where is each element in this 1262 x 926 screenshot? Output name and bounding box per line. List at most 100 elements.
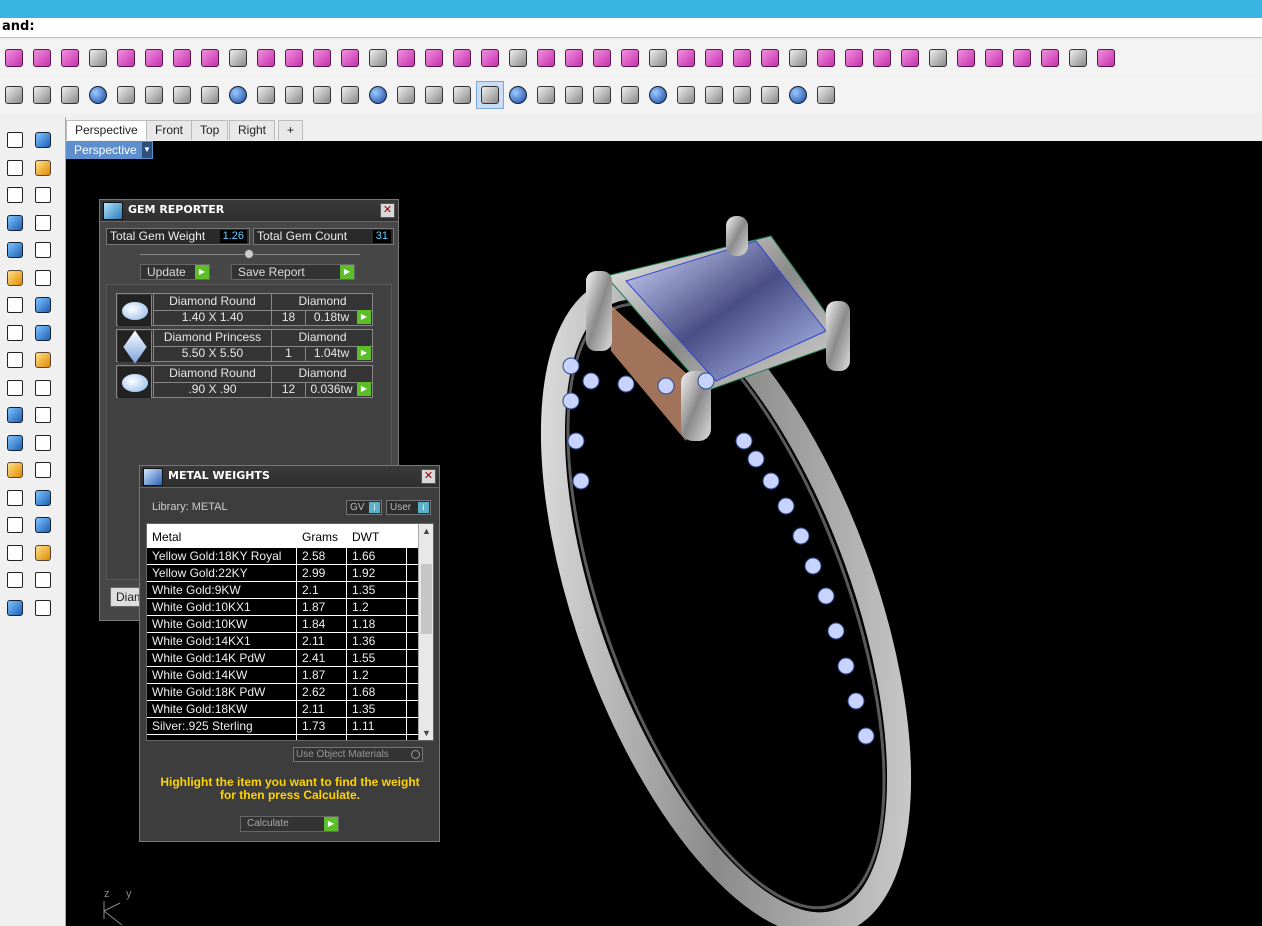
metal-row[interactable]: Yellow Gold:22KY 2.99 1.92 [147,565,419,582]
add-tab-button[interactable]: + [278,120,304,140]
left-tool-10-1[interactable] [32,404,54,426]
user-toggle[interactable]: User i [386,500,431,515]
left-tool-12-1[interactable] [32,459,54,481]
metal-row[interactable]: Silver:.925 Sterling 1.73 1.11 [147,718,419,735]
left-tool-13-1[interactable] [32,487,54,509]
left-tool-14-0[interactable] [4,514,26,536]
metal-row[interactable]: White Gold:14KX1 2.11 1.36 [147,633,419,650]
left-tool-14-1[interactable] [32,514,54,536]
metal-row[interactable]: White Gold:10KW 1.84 1.18 [147,616,419,633]
tb1-tool-button-29[interactable] [812,44,840,72]
scroll-thumb[interactable] [421,564,432,634]
tb2-tool-button-13[interactable] [364,81,392,109]
tb2-tool-button-7[interactable] [196,81,224,109]
tb2-tool-button-16[interactable] [448,81,476,109]
tb2-tool-button-25[interactable] [700,81,728,109]
left-tool-5-1[interactable] [32,267,54,289]
tb2-tool-button-15[interactable] [420,81,448,109]
perspective-viewport[interactable]: Perspective ▼ z y GEM REPORTER ✕ Total G… [66,141,1262,926]
tb2-tool-button-17[interactable] [476,81,504,109]
tb1-tool-button-24[interactable] [672,44,700,72]
tb1-tool-button-39[interactable] [1092,44,1120,72]
tb1-tool-button-36[interactable] [1008,44,1036,72]
metal-table-scrollbar[interactable]: ▲ ▼ [418,524,433,740]
tb1-tool-button-27[interactable] [756,44,784,72]
metal-row[interactable]: White Gold:10KX1 1.87 1.2 [147,599,419,616]
tb1-tool-button-9[interactable] [252,44,280,72]
left-tool-6-1[interactable] [32,294,54,316]
left-tool-6-0[interactable] [4,294,26,316]
metal-row[interactable]: Yellow Gold:18KY Royal 2.58 1.66 [147,548,419,565]
metal-weights-header[interactable]: METAL WEIGHTS ✕ [140,466,439,488]
left-tool-7-0[interactable] [4,322,26,344]
tb1-tool-button-0[interactable] [0,44,28,72]
left-tool-8-0[interactable] [4,349,26,371]
column-dwt[interactable]: DWT [352,530,379,544]
left-tool-2-1[interactable] [32,184,54,206]
left-tool-17-1[interactable] [32,597,54,619]
tb2-tool-button-26[interactable] [728,81,756,109]
tb1-tool-button-19[interactable] [532,44,560,72]
tb2-tool-button-28[interactable] [784,81,812,109]
left-tool-1-1[interactable] [32,157,54,179]
tb1-tool-button-22[interactable] [616,44,644,72]
tb1-tool-button-26[interactable] [728,44,756,72]
tb2-tool-button-19[interactable] [532,81,560,109]
metal-row[interactable]: White Gold:14KW 1.87 1.2 [147,667,419,684]
tb2-tool-button-10[interactable] [280,81,308,109]
column-metal[interactable]: Metal [152,530,181,544]
tb2-tool-button-11[interactable] [308,81,336,109]
tab-top[interactable]: Top [191,120,229,140]
tb1-tool-button-28[interactable] [784,44,812,72]
left-tool-5-0[interactable] [4,267,26,289]
left-tool-15-0[interactable] [4,542,26,564]
left-tool-8-1[interactable] [32,349,54,371]
tb1-tool-button-18[interactable] [504,44,532,72]
tb1-tool-button-11[interactable] [308,44,336,72]
tb1-tool-button-38[interactable] [1064,44,1092,72]
left-tool-4-0[interactable] [4,239,26,261]
play-icon[interactable]: ▶ [357,310,371,324]
close-icon[interactable]: ✕ [421,469,436,484]
tb1-tool-button-8[interactable] [224,44,252,72]
command-bar[interactable]: and: [0,18,1262,38]
tb1-tool-button-32[interactable] [896,44,924,72]
tb1-tool-button-21[interactable] [588,44,616,72]
left-tool-11-1[interactable] [32,432,54,454]
tb1-tool-button-1[interactable] [28,44,56,72]
left-tool-7-1[interactable] [32,322,54,344]
tab-right[interactable]: Right [229,120,276,140]
tb2-tool-button-24[interactable] [672,81,700,109]
tb2-tool-button-3[interactable] [84,81,112,109]
tb2-tool-button-21[interactable] [588,81,616,109]
left-tool-16-0[interactable] [4,569,26,591]
left-tool-12-0[interactable] [4,459,26,481]
play-icon[interactable]: ▶ [357,382,371,396]
tb2-tool-button-1[interactable] [28,81,56,109]
save-report-button[interactable]: Save Report ▶ [231,264,355,280]
tb1-tool-button-5[interactable] [140,44,168,72]
calculate-button[interactable]: Calculate ▶ [240,816,339,832]
left-tool-3-1[interactable] [32,212,54,234]
tb1-tool-button-16[interactable] [448,44,476,72]
tb1-tool-button-34[interactable] [952,44,980,72]
left-tool-0-1[interactable] [32,129,54,151]
tb1-tool-button-37[interactable] [1036,44,1064,72]
tb2-tool-button-29[interactable] [812,81,840,109]
left-tool-15-1[interactable] [32,542,54,564]
tb2-tool-button-6[interactable] [168,81,196,109]
tb1-tool-button-35[interactable] [980,44,1008,72]
tb1-tool-button-7[interactable] [196,44,224,72]
scroll-down-icon[interactable]: ▼ [419,726,433,740]
play-icon[interactable]: ▶ [357,346,371,360]
tb2-tool-button-23[interactable] [644,81,672,109]
use-object-materials-checkbox[interactable]: Use Object Materials [293,747,423,762]
left-tool-11-0[interactable] [4,432,26,454]
left-tool-4-1[interactable] [32,239,54,261]
gv-toggle[interactable]: GV i [346,500,382,515]
tb2-tool-button-20[interactable] [560,81,588,109]
tb1-tool-button-30[interactable] [840,44,868,72]
tb1-tool-button-4[interactable] [112,44,140,72]
tb2-tool-button-12[interactable] [336,81,364,109]
gem-row[interactable]: Diamond Round Diamond 1.40 X 1.40 18 0.18tw ▶ [116,293,373,326]
